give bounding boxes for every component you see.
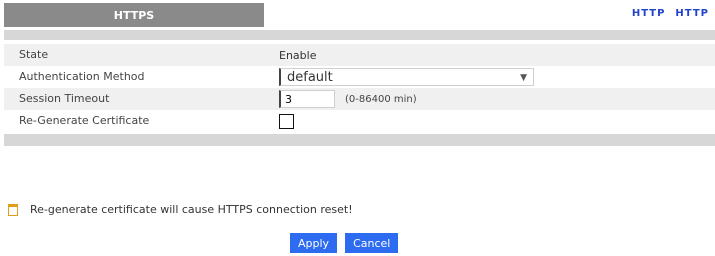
session-timeout-label: Session Timeout <box>19 92 110 105</box>
note-icon <box>8 203 18 216</box>
auth-method-row: Authentication Method default ▼ <box>4 66 715 88</box>
cancel-button[interactable]: Cancel <box>345 233 399 253</box>
state-row: State Enable <box>4 44 715 66</box>
auth-method-label: Authentication Method <box>19 70 145 83</box>
regen-cert-row: Re-Generate Certificate <box>4 110 715 132</box>
section-header-bar <box>4 30 715 40</box>
session-timeout-input[interactable] <box>279 90 335 108</box>
state-label: State <box>19 48 49 61</box>
tab-http-link-2[interactable]: HTTP <box>675 8 709 19</box>
tab-bar: HTTPS HTTP HTTP <box>0 3 715 27</box>
tab-http-link-1[interactable]: HTTP <box>632 8 666 19</box>
state-value: Enable <box>279 48 317 62</box>
session-timeout-row: Session Timeout (0-86400 min) <box>4 88 715 110</box>
session-timeout-hint: (0-86400 min) <box>345 93 417 105</box>
regen-cert-label: Re-Generate Certificate <box>19 114 150 127</box>
tab-https[interactable]: HTTPS <box>4 3 264 27</box>
section-footer-bar <box>4 134 715 146</box>
auth-method-select[interactable]: default ▼ <box>279 68 534 86</box>
warning-note-text: Re-generate certificate will cause HTTPS… <box>30 203 353 216</box>
auth-method-value: default <box>287 70 333 85</box>
regen-cert-checkbox[interactable] <box>279 113 294 129</box>
top-links: HTTP HTTP <box>632 8 709 19</box>
warning-note: Re-generate certificate will cause HTTPS… <box>8 203 353 216</box>
apply-button[interactable]: Apply <box>290 233 338 253</box>
action-buttons: Apply Cancel <box>290 233 399 253</box>
chevron-down-icon: ▼ <box>520 73 527 83</box>
